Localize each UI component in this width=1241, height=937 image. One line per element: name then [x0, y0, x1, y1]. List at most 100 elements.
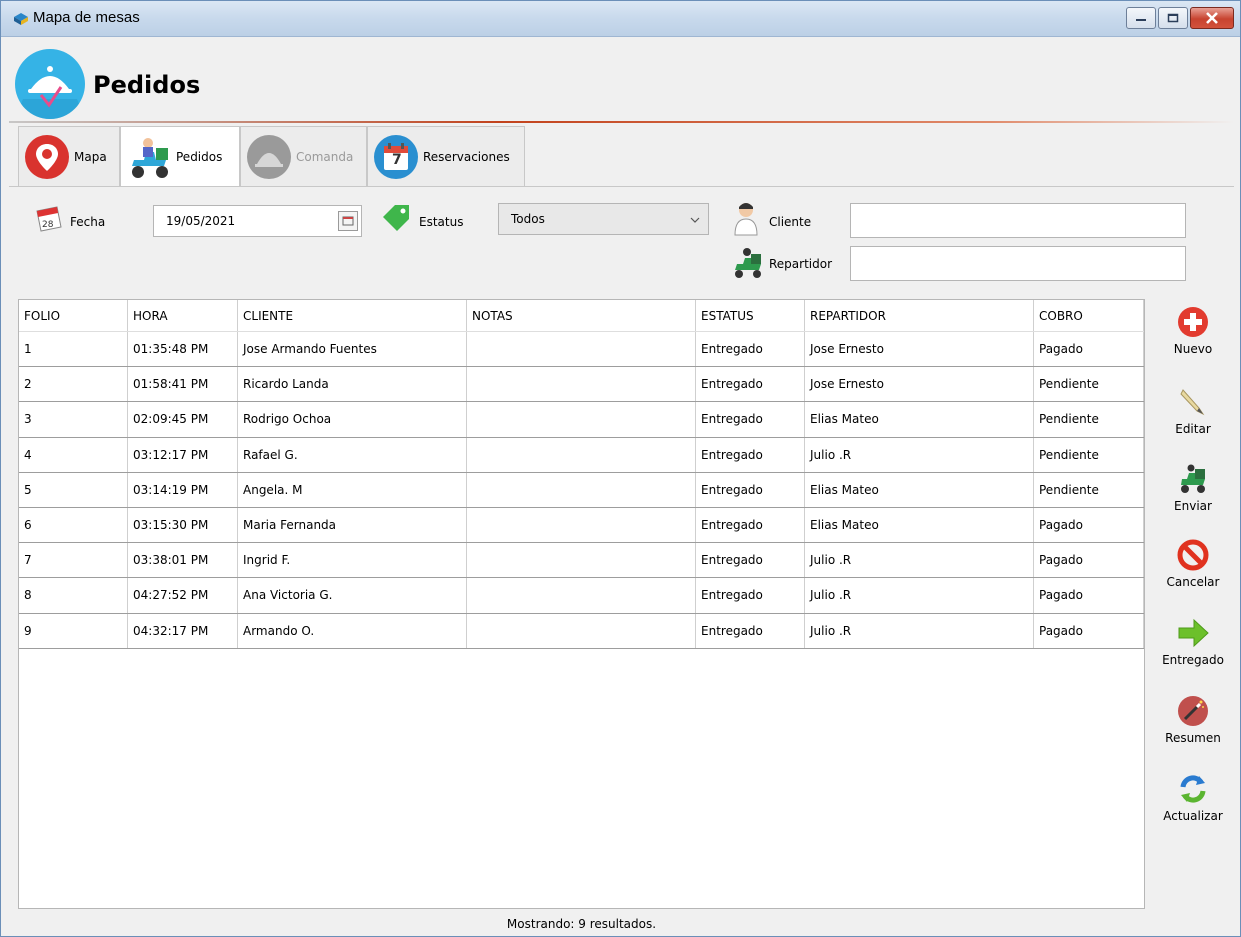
client-avatar-icon [734, 203, 758, 236]
table-row[interactable]: 3 02:09:45 PM Rodrigo Ochoa Entregado Elias … [19, 402, 1144, 438]
table-row[interactable]: 5 03:14:19 PM Angela. M Entregado Elias Mate… [19, 472, 1144, 508]
cell-estatus: Entregado [696, 543, 805, 578]
chevron-down-icon [690, 217, 700, 223]
minimize-button[interactable] [1126, 7, 1156, 29]
cell-notas [467, 543, 696, 578]
window-title: Mapa de mesas [33, 9, 140, 26]
cell-cliente: Angela. M [238, 472, 467, 507]
resumen-button[interactable]: Resumen [1151, 695, 1235, 745]
fecha-field[interactable]: 19/05/2021 [153, 205, 362, 237]
cell-hora: 03:14:19 PM [128, 472, 238, 507]
cell-cliente: Jose Armando Fuentes [238, 332, 467, 367]
tab-pedidos[interactable]: Pedidos [120, 126, 240, 187]
cell-cobro: Pendiente [1034, 402, 1144, 437]
maximize-button[interactable] [1158, 7, 1188, 29]
fecha-label: Fecha [70, 215, 106, 229]
cell-hora: 01:35:48 PM [128, 332, 238, 367]
table-row[interactable]: 7 03:38:01 PM Ingrid F. Entregado Julio .R Pa… [19, 543, 1144, 579]
cancelar-label: Cancelar [1166, 575, 1220, 589]
cell-folio: 5 [19, 472, 128, 507]
cell-notas [467, 507, 696, 543]
table-row[interactable]: 2 01:58:41 PM Ricardo Landa Entregado Jose E… [19, 367, 1144, 403]
cell-cliente: Ricardo Landa [238, 367, 467, 402]
enviar-button[interactable]: Enviar [1151, 463, 1235, 513]
serving-bell-icon [247, 134, 291, 179]
cell-notas [467, 332, 696, 367]
column-header-cliente[interactable]: CLIENTE [238, 300, 467, 331]
cell-hora: 03:38:01 PM [128, 543, 238, 578]
editar-button[interactable]: Editar [1151, 386, 1235, 436]
actualizar-button[interactable]: Actualizar [1151, 773, 1235, 823]
column-header-hora[interactable]: HORA [128, 300, 238, 331]
estatus-label: Estatus [419, 215, 464, 229]
cell-repartidor: Jose Ernesto [805, 367, 1034, 402]
table-row[interactable]: 1 01:35:48 PM Jose Armando Fuentes Entregad… [19, 332, 1144, 368]
cell-repartidor: Julio .R [805, 578, 1034, 613]
cell-cliente: Ana Victoria G. [238, 578, 467, 613]
entregado-button[interactable]: Entregado [1151, 617, 1235, 667]
tab-mapa[interactable]: Mapa [18, 126, 120, 186]
cancelar-button[interactable]: Cancelar [1151, 539, 1235, 589]
cell-cobro: Pagado [1034, 332, 1144, 367]
tab-label: Pedidos [176, 150, 223, 164]
cell-estatus: Entregado [696, 578, 805, 613]
column-header-repartidor[interactable]: REPARTIDOR [805, 300, 1034, 331]
maximize-icon [1167, 13, 1179, 23]
header-divider [9, 121, 1234, 123]
repartidor-label: Repartidor [769, 257, 833, 271]
minimize-icon [1136, 19, 1146, 21]
table-body: 1 01:35:48 PM Jose Armando Fuentes Entregad… [19, 332, 1144, 649]
repartidor-field[interactable] [850, 246, 1186, 281]
column-header-cobro[interactable]: COBRO [1034, 300, 1144, 331]
column-header-notas[interactable]: NOTAS [467, 300, 696, 331]
tag-icon [383, 205, 409, 231]
svg-text:28: 28 [42, 220, 54, 230]
cell-cobro: Pendiente [1034, 472, 1144, 507]
waiter-cloche-icon [15, 49, 85, 119]
cell-repartidor: Elias Mateo [805, 402, 1034, 437]
table-row[interactable]: 4 03:12:17 PM Rafael G. Entregado Julio .R Pe… [19, 437, 1144, 473]
resumen-label: Resumen [1165, 731, 1221, 745]
estatus-dropdown[interactable]: Todos [498, 203, 709, 235]
actualizar-label: Actualizar [1163, 809, 1223, 823]
cell-estatus: Entregado [696, 507, 805, 543]
enviar-label: Enviar [1174, 499, 1212, 513]
cell-repartidor: Julio .R [805, 437, 1034, 472]
tab-reservaciones[interactable]: 7 Reservaciones [367, 126, 525, 186]
cell-estatus: Entregado [696, 472, 805, 507]
table-row[interactable]: 8 04:27:52 PM Ana Victoria G. Entregado Juli… [19, 578, 1144, 614]
column-header-estatus[interactable]: ESTATUS [696, 300, 805, 331]
calendar-small-icon [342, 216, 354, 226]
results-status: Mostrando: 9 resultados. [506, 917, 657, 931]
cell-folio: 8 [19, 578, 128, 613]
tab-label: Mapa [74, 149, 107, 164]
column-header-folio[interactable]: FOLIO [19, 300, 128, 331]
close-button[interactable] [1190, 7, 1234, 29]
tab-comanda[interactable]: Comanda [240, 126, 367, 186]
title-bar: Mapa de mesas [1, 1, 1240, 37]
cell-hora: 02:09:45 PM [128, 402, 238, 437]
cell-hora: 04:27:52 PM [128, 578, 238, 613]
table-row[interactable]: 9 04:32:17 PM Armando O. Entregado Julio .R P… [19, 613, 1144, 649]
cell-hora: 01:58:41 PM [128, 367, 238, 402]
tab-bar: Mapa Pedidos Comanda 7 Reservaciones [18, 126, 525, 187]
cell-folio: 1 [19, 332, 128, 367]
orders-table[interactable]: FOLIO HORA CLIENTE NOTAS ESTATUS REPARTI… [18, 299, 1145, 909]
refresh-icon [1180, 775, 1206, 803]
plus-circle-icon [1178, 307, 1208, 337]
nuevo-label: Nuevo [1173, 342, 1213, 356]
cell-estatus: Entregado [696, 332, 805, 367]
cell-cliente: Rafael G. [238, 437, 467, 472]
pencil-icon [1180, 389, 1205, 416]
date-picker-button[interactable] [338, 211, 358, 231]
cell-cobro: Pagado [1034, 578, 1144, 613]
cliente-field[interactable] [850, 203, 1186, 238]
cell-estatus: Entregado [696, 437, 805, 472]
cell-cobro: Pagado [1034, 613, 1144, 648]
nuevo-button[interactable]: Nuevo [1151, 306, 1235, 356]
cancel-icon [1177, 539, 1209, 571]
cell-cobro: Pendiente [1034, 367, 1144, 402]
table-row[interactable]: 6 03:15:30 PM Maria Fernanda Entregado Elias… [19, 507, 1144, 544]
tab-label: Comanda [296, 149, 354, 164]
cell-notas [467, 367, 696, 402]
